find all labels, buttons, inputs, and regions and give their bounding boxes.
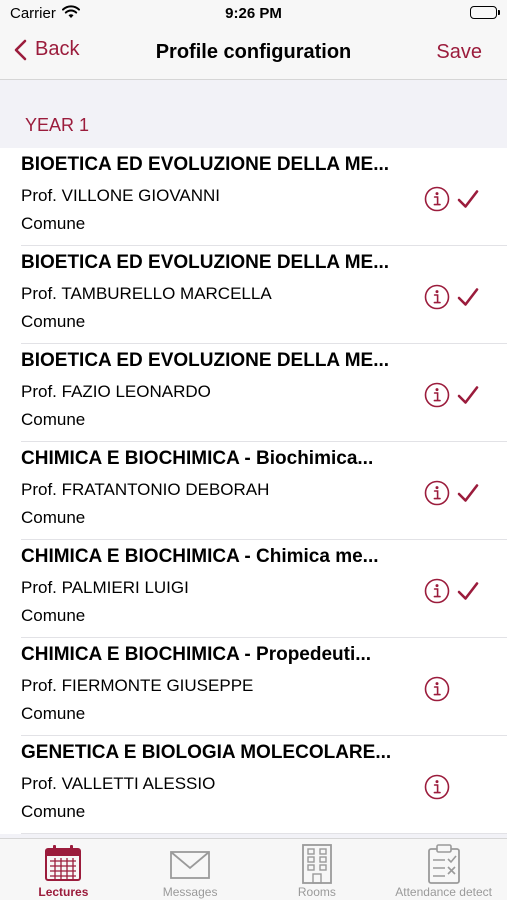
course-row[interactable]: BIOETICA ED EVOLUZIONE DELLA ME... Prof.… — [0, 148, 507, 246]
course-professor: Prof. FAZIO LEONARDO — [21, 382, 211, 401]
info-icon[interactable] — [424, 382, 450, 408]
course-row[interactable]: BIOETICA ED EVOLUZIONE DELLA ME... Prof.… — [0, 246, 507, 344]
info-icon[interactable] — [424, 186, 450, 212]
checkmark-icon — [457, 190, 479, 208]
checkmark-icon — [457, 484, 479, 502]
course-type: Comune — [21, 802, 86, 821]
save-button[interactable]: Save — [436, 41, 482, 64]
course-title: BIOETICA ED EVOLUZIONE DELLA ME... — [21, 252, 390, 273]
envelope-icon — [170, 851, 211, 879]
course-type: Comune — [21, 312, 86, 331]
course-type: Comune — [21, 606, 86, 625]
status-bar: Carrier 9:26 PM — [0, 0, 507, 28]
course-row[interactable]: CHIMICA E BIOCHIMICA - Biochimica... Pro… — [0, 442, 507, 540]
course-professor: Prof. FRATANTONIO DEBORAH — [21, 480, 270, 499]
navigation-bar: Back Profile configuration Save — [0, 28, 507, 80]
info-icon[interactable] — [424, 284, 450, 310]
chevron-left-icon — [14, 39, 27, 60]
tab-rooms[interactable]: Rooms — [254, 839, 381, 900]
checkmark-icon — [457, 582, 479, 600]
course-list-view[interactable]: YEAR 1 BIOETICA ED EVOLUZIONE DELLA ME..… — [0, 80, 507, 838]
battery-icon — [470, 6, 500, 19]
course-row[interactable]: BIOETICA ED EVOLUZIONE DELLA ME... Prof.… — [0, 344, 507, 442]
course-type: Comune — [21, 214, 86, 233]
checkmark-icon — [457, 288, 479, 306]
course-professor: Prof. VALLETTI ALESSIO — [21, 774, 216, 793]
tab-bar: Lectures Messages Rooms Attendance detec… — [0, 838, 507, 900]
tab-label-attendance-detect: Attendance detect — [395, 885, 492, 899]
course-type: Comune — [21, 508, 86, 527]
info-icon[interactable] — [424, 480, 450, 506]
tab-label-rooms: Rooms — [297, 885, 336, 899]
course-list: BIOETICA ED EVOLUZIONE DELLA ME... Prof.… — [0, 148, 507, 834]
tab-label-messages: Messages — [162, 885, 218, 899]
info-icon[interactable] — [424, 578, 450, 604]
course-title: CHIMICA E BIOCHIMICA - Propedeuti... — [21, 644, 372, 665]
course-professor: Prof. FIERMONTE GIUSEPPE — [21, 676, 254, 695]
course-row[interactable]: GENETICA E BIOLOGIA MOLECOLARE... Prof. … — [0, 736, 507, 834]
course-title: CHIMICA E BIOCHIMICA - Biochimica... — [21, 448, 374, 469]
course-title: BIOETICA ED EVOLUZIONE DELLA ME... — [21, 154, 390, 175]
section-header: YEAR 1 — [25, 115, 90, 135]
clipboard-icon — [427, 844, 460, 884]
course-professor: Prof. VILLONE GIOVANNI — [21, 186, 221, 205]
checkmark-icon — [457, 386, 479, 404]
building-icon — [301, 844, 332, 884]
tab-attendance-detect[interactable]: Attendance detect — [380, 839, 507, 900]
course-type: Comune — [21, 704, 86, 723]
course-professor: Prof. TAMBURELLO MARCELLA — [21, 284, 272, 303]
course-type: Comune — [21, 410, 86, 429]
calendar-icon — [45, 845, 82, 881]
course-row[interactable]: CHIMICA E BIOCHIMICA - Chimica me... Pro… — [0, 540, 507, 638]
status-time: 9:26 PM — [225, 5, 282, 22]
tab-label-lectures: Lectures — [38, 885, 89, 899]
course-row[interactable]: CHIMICA E BIOCHIMICA - Propedeuti... Pro… — [0, 638, 507, 736]
info-icon[interactable] — [424, 774, 450, 800]
tab-messages[interactable]: Messages — [127, 839, 254, 900]
course-title: GENETICA E BIOLOGIA MOLECOLARE... — [21, 742, 392, 763]
course-title: CHIMICA E BIOCHIMICA - Chimica me... — [21, 546, 379, 567]
back-label: Back — [35, 38, 80, 60]
info-icon[interactable] — [424, 676, 450, 702]
course-professor: Prof. PALMIERI LUIGI — [21, 578, 189, 597]
back-button[interactable]: Back — [14, 38, 79, 61]
course-title: BIOETICA ED EVOLUZIONE DELLA ME... — [21, 350, 390, 371]
tab-lectures[interactable]: Lectures — [0, 839, 127, 900]
